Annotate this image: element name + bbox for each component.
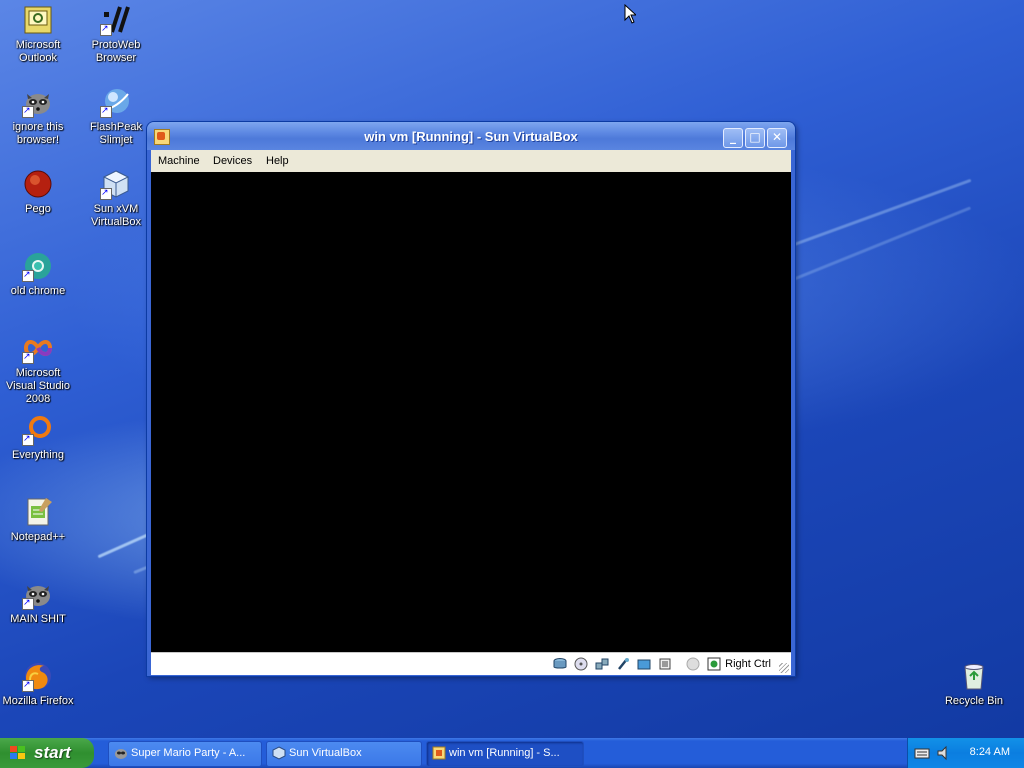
visual-studio-icon [22,332,54,364]
protoweb-icon [100,4,132,36]
icon-label: MAIN SHIT [10,613,66,625]
icon-label: Everything [12,449,64,461]
taskbar-item-label: Super Mario Party - A... [131,747,246,759]
windows-logo-icon [10,746,25,759]
chrome-icon [22,250,54,282]
icon-label: Microsoft Visual Studio 2008 [5,367,70,405]
icon-label: Mozilla Firefox [2,695,74,707]
menu-machine[interactable]: Machine [158,155,200,167]
notepadpp-icon [22,496,54,528]
system-tray: 8:24 AM [907,738,1024,768]
icon-label: Pego [25,203,51,215]
desktop-icon-visual-studio[interactable]: Microsoft Visual Studio 2008 [0,332,76,406]
taskbar-item-super-mario-party[interactable]: Super Mario Party - A... [108,741,262,767]
taskbar-item-sun-virtualbox[interactable]: Sun VirtualBox [266,741,422,767]
virtualbox-icon [100,168,132,200]
desktop-icon-ignore-browser[interactable]: ignore this browser! [0,86,76,147]
volume-icon[interactable] [936,745,952,761]
desktop-icon-old-chrome[interactable]: old chrome [0,250,76,298]
icon-label: old chrome [10,285,66,297]
icon-label: Recycle Bin [944,695,1004,707]
icon-label: ignore this browser! [12,121,64,146]
mouse-integration-icon[interactable] [686,657,700,671]
desktop-icon-virtualbox[interactable]: Sun xVM VirtualBox [78,168,154,229]
outlook-icon [22,4,54,36]
raccoon-icon [22,578,54,610]
host-key-icon[interactable] [707,657,721,671]
taskbar-item-label: win vm [Running] - S... [449,747,560,759]
desktop-icon-outlook[interactable]: Microsoft Outlook [0,4,76,65]
desktop: Microsoft Outlook ignore this browser! P… [0,0,1024,738]
recycle-bin-icon [958,660,990,692]
virtualbox-vm-window: win vm [Running] - Sun VirtualBox _ □ ✕ … [147,122,795,676]
clock[interactable]: 8:24 AM [970,746,1010,758]
desktop-icon-everything[interactable]: Everything [0,414,76,462]
taskbar-item-label: Sun VirtualBox [289,747,362,759]
everything-icon [22,414,54,446]
hard-disk-icon[interactable] [553,657,567,671]
title-bar[interactable]: win vm [Running] - Sun VirtualBox _ □ ✕ [147,122,795,150]
resize-grip[interactable] [779,663,789,673]
host-key-label: Right Ctrl [725,658,771,670]
slimjet-icon [100,86,132,118]
icon-label: Sun xVM VirtualBox [91,203,141,228]
usb-icon[interactable] [616,657,630,671]
virtualbox-icon [272,746,286,760]
menu-help[interactable]: Help [266,155,289,167]
minimize-button[interactable]: _ [723,128,743,148]
desktop-icon-pego[interactable]: Pego [0,168,76,216]
window-title: win vm [Running] - Sun VirtualBox [364,129,578,144]
cd-icon[interactable] [574,657,588,671]
status-bar: Right Ctrl [151,652,791,675]
icon-label: Notepad++ [10,531,66,543]
menu-bar: Machine Devices Help [151,150,791,172]
vm-display[interactable] [151,172,791,652]
desktop-icon-slimjet[interactable]: FlashPeak Slimjet [78,86,154,147]
close-button[interactable]: ✕ [767,128,787,148]
firefox-icon [22,660,54,692]
maximize-button[interactable]: □ [745,128,765,148]
mouse-cursor-icon [624,4,636,24]
menu-devices[interactable]: Devices [213,155,252,167]
network-icon[interactable] [595,657,609,671]
taskbar-item-win-vm[interactable]: win vm [Running] - S... [426,741,584,767]
raccoon-icon [114,746,128,760]
pego-icon [22,168,54,200]
desktop-icon-notepadpp[interactable]: Notepad++ [0,496,76,544]
taskbar: start Super Mario Party - A... Sun Virtu… [0,738,1024,768]
desktop-icon-firefox[interactable]: Mozilla Firefox [0,660,76,708]
raccoon-icon [22,86,54,118]
icon-label: Microsoft Outlook [15,39,61,64]
start-button[interactable]: start [0,738,94,768]
start-label: start [34,743,71,762]
icon-label: FlashPeak Slimjet [90,121,142,146]
desktop-icon-main-shit[interactable]: MAIN SHIT [0,578,76,626]
desktop-icon-protoweb[interactable]: ProtoWeb Browser [78,4,154,65]
shared-folder-icon[interactable] [637,657,651,671]
virtualbox-vm-icon [432,746,446,760]
vrdp-icon[interactable] [658,657,672,671]
desktop-icon-recycle-bin[interactable]: Recycle Bin [936,660,1012,708]
keyboard-icon[interactable] [914,745,930,761]
icon-label: ProtoWeb Browser [91,39,141,64]
